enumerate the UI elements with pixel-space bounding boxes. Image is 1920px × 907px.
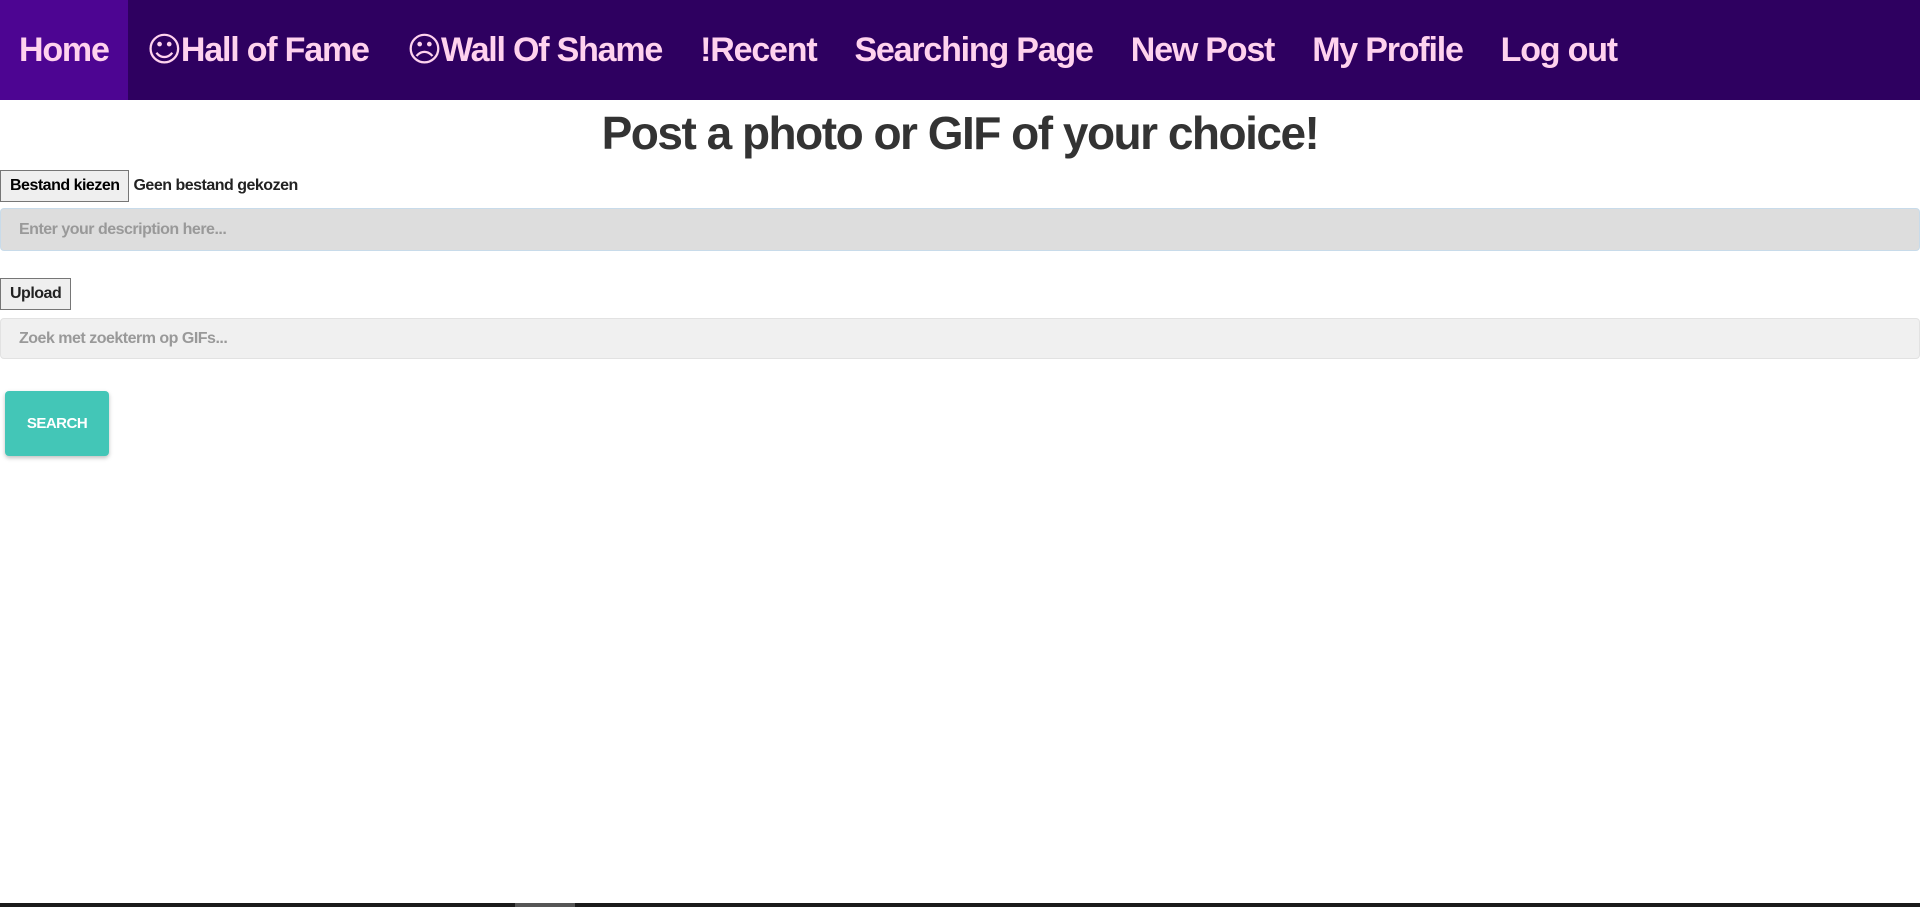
nav-recent-label: !Recent [700,30,817,69]
nav-wall-of-shame[interactable]: ☹ Wall Of Shame [388,0,681,100]
nav-searching-page[interactable]: Searching Page [835,0,1111,100]
nav-wall-of-shame-label: Wall Of Shame [440,30,663,69]
choose-file-button[interactable]: Bestand kiezen [0,170,130,202]
page-title: Post a photo or GIF of your choice! [601,107,1320,159]
nav-home-label: Home [19,30,110,69]
smiley-face-icon: ☺ [146,30,182,70]
page: Home ☺ Hall of Fame ☹ Wall Of Shame !Rec… [0,0,1920,907]
upload-button[interactable]: Upload [0,278,72,310]
nav-new-post-label: New Post [1130,30,1276,69]
nav-searching-page-label: Searching Page [854,30,1094,69]
nav-my-profile-label: My Profile [1312,30,1464,69]
description-input[interactable] [0,208,1920,251]
top-navbar: Home ☺ Hall of Fame ☹ Wall Of Shame !Rec… [0,0,1920,100]
file-chooser: Bestand kiezen Geen bestand gekozen [0,170,298,202]
horizontal-scrollbar[interactable] [0,903,1920,907]
nav-hall-of-fame[interactable]: ☺ Hall of Fame [128,0,388,100]
scrollbar-thumb[interactable] [515,903,575,907]
nav-recent[interactable]: !Recent [681,0,835,100]
nav-log-out-label: Log out [1500,30,1618,69]
nav-hall-of-fame-label: Hall of Fame [180,30,370,69]
gif-search-input[interactable] [0,318,1920,359]
search-button[interactable]: Search [5,391,109,456]
nav-home[interactable]: Home [0,0,128,100]
frowning-face-icon: ☹ [406,30,442,70]
nav-my-profile[interactable]: My Profile [1293,0,1481,100]
nav-new-post[interactable]: New Post [1112,0,1293,100]
nav-log-out[interactable]: Log out [1482,0,1636,100]
file-status-text: Geen bestand gekozen [133,177,298,194]
